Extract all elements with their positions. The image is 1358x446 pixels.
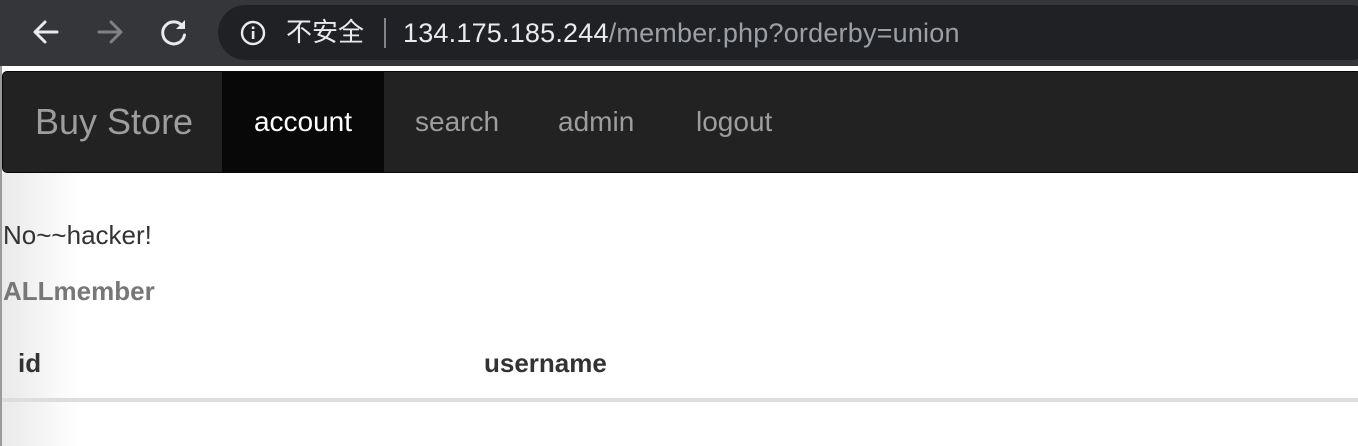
back-button[interactable] [27,13,65,51]
nav-item-label: logout [696,106,773,137]
url-path: /member.php?orderby=union [608,18,960,48]
nav-item-logout[interactable]: logout [696,72,772,172]
nav-item-account[interactable]: account [222,72,384,172]
url-text[interactable]: 134.175.185.244/member.php?orderby=union [403,17,960,49]
column-header-username: username [484,348,607,378]
address-divider [384,18,386,48]
nav-item-label: admin [558,106,635,137]
reload-icon [161,20,186,46]
browser-toolbar: 不安全 134.175.185.244/member.php?orderby=u… [0,0,1358,66]
address-bar[interactable]: 不安全 134.175.185.244/member.php?orderby=u… [218,5,1358,60]
url-host: 134.175.185.244 [403,18,609,48]
nav-item-admin[interactable]: admin [558,72,634,172]
nav-item-label: search [415,106,500,137]
warning-message: No~~hacker! [3,220,152,250]
brand-link[interactable]: Buy Store [35,102,193,142]
column-header-id: id [18,348,42,378]
security-status[interactable]: 不安全 [286,17,364,49]
member-table-header: id username [2,330,1358,402]
forward-button[interactable] [91,13,129,51]
info-icon[interactable] [240,20,266,46]
site-navbar: Buy Store account search admin logout [2,71,1358,173]
section-heading: ALLmember [3,276,155,306]
reload-button[interactable] [155,13,193,51]
nav-item-label: account [253,106,353,137]
arrow-right-icon [97,20,123,44]
page-left-shadow [0,173,80,446]
nav-item-search[interactable]: search [415,72,499,172]
arrow-left-icon [33,20,59,44]
